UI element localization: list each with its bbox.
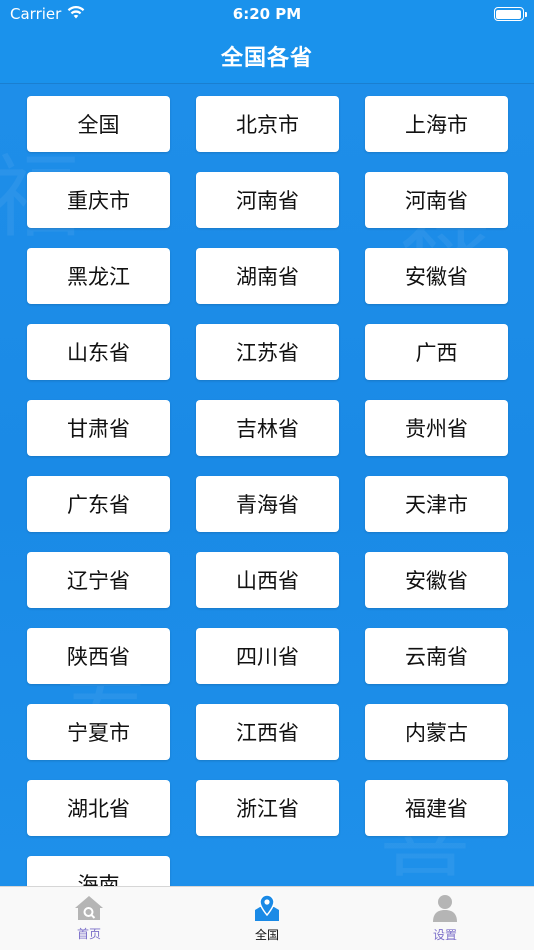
province-button[interactable]: 广西 bbox=[365, 324, 508, 380]
province-button[interactable]: 山东省 bbox=[27, 324, 170, 380]
battery-icon bbox=[493, 7, 527, 21]
province-button[interactable]: 安徽省 bbox=[365, 552, 508, 608]
province-button[interactable]: 河南省 bbox=[196, 172, 339, 228]
tab-settings[interactable]: 设置 bbox=[356, 887, 534, 950]
province-grid: 全国 北京市 上海市 重庆市 河南省 河南省 黑龙江 湖南省 安徽省 山东省 江苏省 广西 甘肃省 吉林省… bbox=[27, 96, 508, 886]
tab-nationwide-label: 全国 bbox=[254, 928, 279, 942]
wifi-icon bbox=[67, 5, 85, 23]
province-button[interactable]: 天津市 bbox=[365, 476, 508, 532]
province-button[interactable]: 广东省 bbox=[27, 476, 170, 532]
province-button[interactable]: 吉林省 bbox=[196, 400, 339, 456]
province-button[interactable]: 全国 bbox=[27, 96, 170, 152]
page-title: 全国各省 bbox=[220, 45, 313, 71]
province-button[interactable]: 四川省 bbox=[196, 628, 339, 684]
province-button[interactable]: 甘肃省 bbox=[27, 400, 170, 456]
province-button[interactable]: 山西省 bbox=[196, 552, 339, 608]
province-button[interactable]: 云南省 bbox=[365, 628, 508, 684]
province-button[interactable]: 湖南省 bbox=[196, 248, 339, 304]
status-bar: Carrier 6:20 PM bbox=[0, 0, 534, 28]
navigation-bar: 全国各省 bbox=[0, 28, 534, 84]
carrier-label: Carrier bbox=[10, 5, 62, 23]
province-button[interactable]: 黑龙江 bbox=[27, 248, 170, 304]
province-button[interactable]: 陕西省 bbox=[27, 628, 170, 684]
province-button[interactable]: 海南 bbox=[27, 856, 170, 886]
tab-bar: 首页 全国 设置 bbox=[0, 886, 534, 950]
province-button[interactable]: 宁夏市 bbox=[27, 704, 170, 760]
province-button[interactable]: 青海省 bbox=[196, 476, 339, 532]
tab-nationwide[interactable]: 全国 bbox=[178, 887, 356, 950]
province-button[interactable]: 福建省 bbox=[365, 780, 508, 836]
province-button[interactable]: 辽宁省 bbox=[27, 552, 170, 608]
map-pin-icon bbox=[253, 894, 281, 922]
province-button[interactable]: 内蒙古 bbox=[365, 704, 508, 760]
tab-settings-label: 设置 bbox=[432, 928, 457, 942]
province-button[interactable]: 贵州省 bbox=[365, 400, 508, 456]
province-list-area[interactable]: 福 禄 寿 喜 全国北京市上海市重庆市河南省河南省黑龙江湖南省安徽省山东省江苏省… bbox=[0, 84, 534, 886]
status-time: 6:20 PM bbox=[232, 5, 302, 23]
home-icon bbox=[74, 895, 104, 921]
province-button[interactable]: 浙江省 bbox=[196, 780, 339, 836]
tab-home-label: 首页 bbox=[76, 927, 101, 941]
province-button[interactable]: 湖北省 bbox=[27, 780, 170, 836]
province-button[interactable]: 江苏省 bbox=[196, 324, 339, 380]
tab-home[interactable]: 首页 bbox=[0, 887, 178, 950]
province-button[interactable]: 河南省 bbox=[365, 172, 508, 228]
province-button[interactable]: 安徽省 bbox=[365, 248, 508, 304]
province-button[interactable]: 北京市 bbox=[196, 96, 339, 152]
province-button[interactable]: 江西省 bbox=[196, 704, 339, 760]
province-button[interactable]: 上海市 bbox=[365, 96, 508, 152]
province-button[interactable]: 重庆市 bbox=[27, 172, 170, 228]
user-icon bbox=[432, 894, 458, 922]
